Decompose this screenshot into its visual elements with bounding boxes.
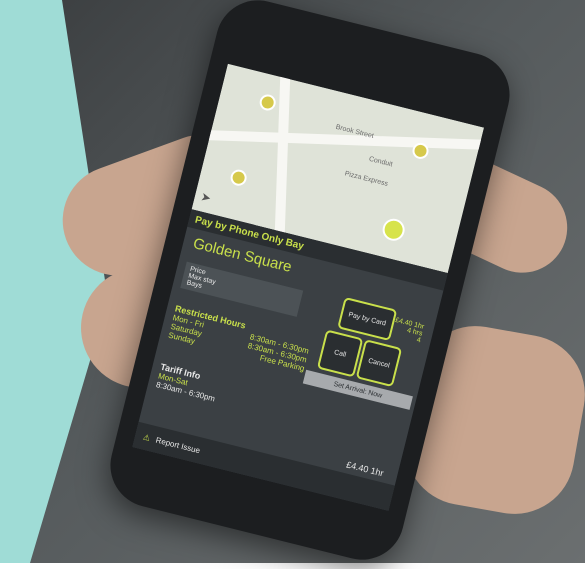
map-poi-marker[interactable]	[228, 167, 249, 188]
map-label-poi: Conduit	[368, 155, 394, 169]
cancel-button[interactable]: Cancel	[355, 339, 403, 388]
tariff-info: Tariff Info Mon-Sat 8:30am - 6:30pm	[155, 362, 298, 423]
phone-bay-marker[interactable]	[380, 216, 407, 244]
navigation-icon[interactable]: ➤	[199, 189, 212, 205]
report-issue-label: Report Issue	[154, 435, 202, 455]
map-label-poi: Pizza Express	[343, 170, 389, 188]
warning-icon: ⚠	[142, 431, 152, 443]
map-road	[274, 69, 291, 240]
map-road	[202, 129, 485, 151]
map-poi-marker[interactable]	[257, 92, 278, 113]
